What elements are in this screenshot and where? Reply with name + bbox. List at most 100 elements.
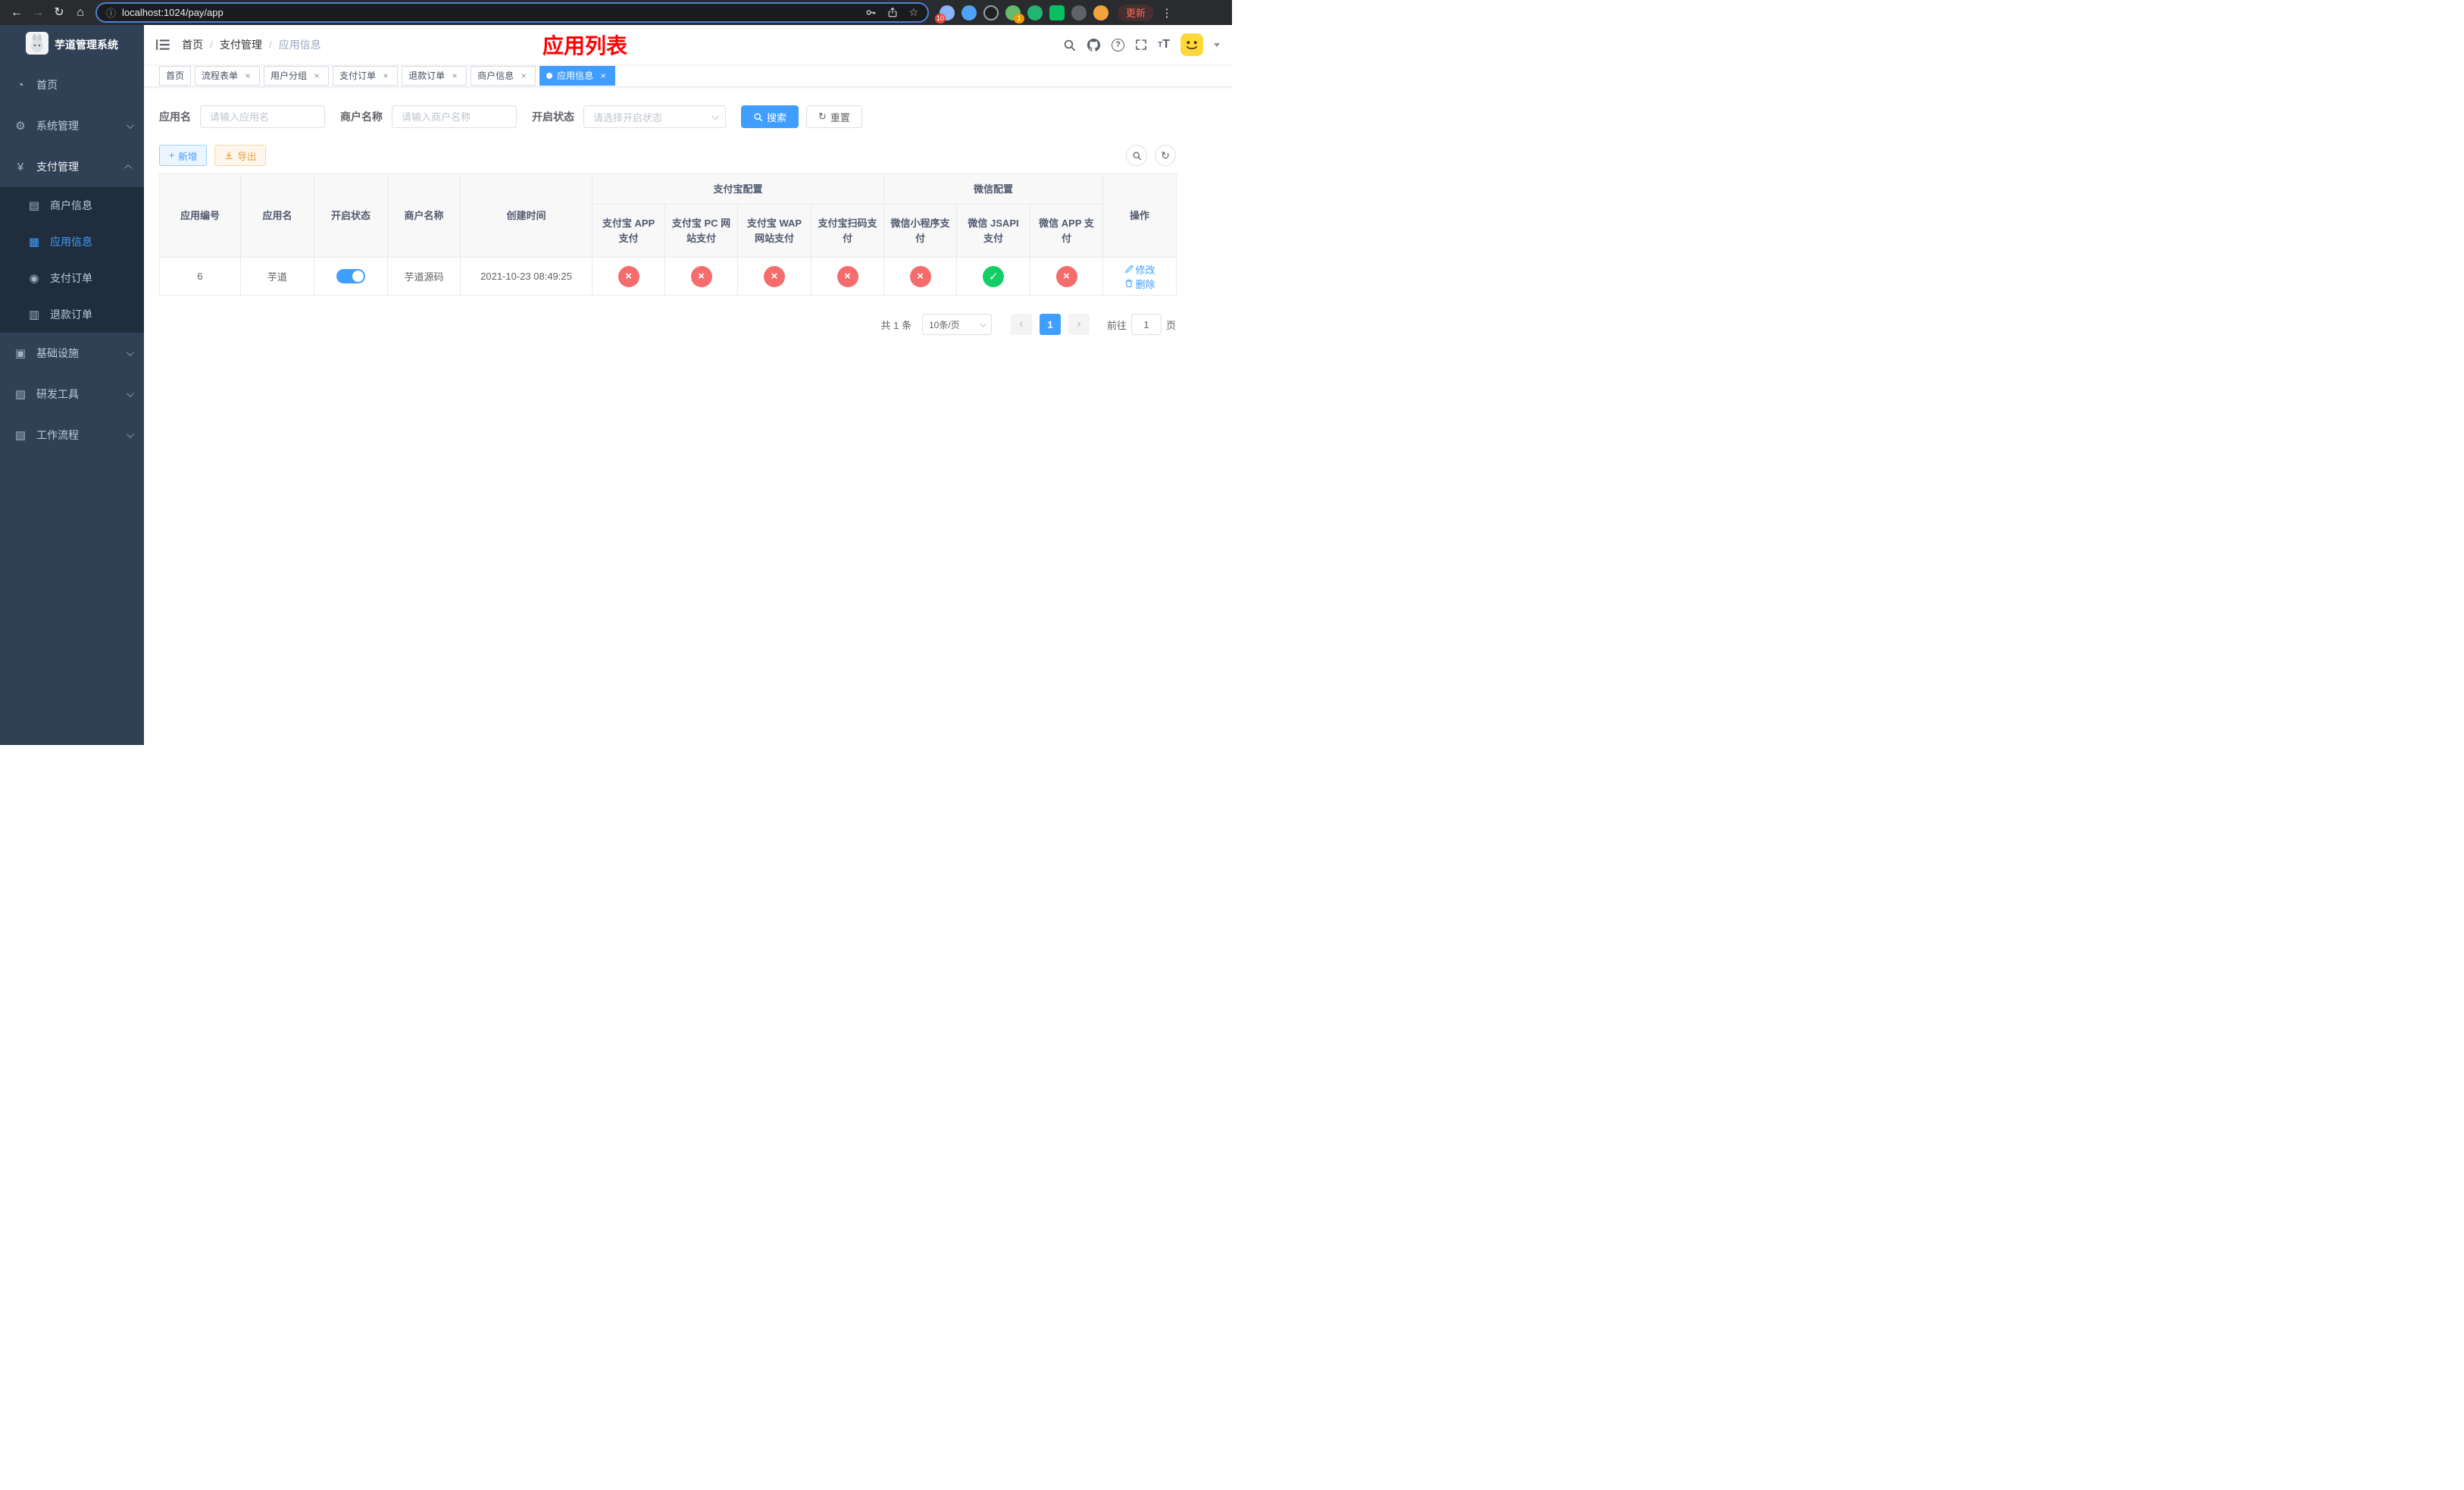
search-button-label: 搜索 bbox=[767, 111, 787, 124]
sidebar-item-home[interactable]: ◔ 首页 bbox=[0, 64, 144, 105]
extension-icon-7[interactable] bbox=[1071, 5, 1087, 20]
page-1-button[interactable]: 1 bbox=[1039, 314, 1061, 335]
edit-link-label: 修改 bbox=[1135, 264, 1155, 276]
refresh-icon: ↻ bbox=[1161, 149, 1170, 161]
app-name-label: 应用名 bbox=[159, 111, 191, 123]
status-select[interactable]: 请选择开启状态 bbox=[583, 105, 726, 128]
alipay-wap-status-icon: × bbox=[764, 265, 785, 287]
reset-button[interactable]: ↻ 重置 bbox=[806, 105, 862, 128]
yen-icon: ¥ bbox=[17, 160, 24, 174]
close-icon[interactable]: × bbox=[380, 70, 391, 81]
extension-icon-3[interactable] bbox=[983, 5, 999, 20]
col-header-app-id: 应用编号 bbox=[159, 174, 241, 258]
merchant-name-label: 商户名称 bbox=[340, 111, 383, 123]
extension-icon-6[interactable] bbox=[1049, 5, 1065, 20]
sidebar-item-app-info[interactable]: ▦ 应用信息 bbox=[0, 224, 144, 260]
export-button[interactable]: 导出 bbox=[214, 145, 267, 166]
col-group-wechat: 微信配置 bbox=[883, 174, 1104, 205]
close-icon[interactable]: × bbox=[242, 70, 253, 81]
tab-process-form[interactable]: 流程表单 × bbox=[195, 65, 261, 86]
tab-user-group[interactable]: 用户分组 × bbox=[264, 65, 330, 86]
browser-home-button[interactable]: ⌂ bbox=[70, 3, 91, 23]
search-button[interactable]: 搜索 bbox=[741, 105, 799, 128]
password-key-icon[interactable] bbox=[865, 7, 877, 18]
url-text[interactable]: localhost:1024/pay/app bbox=[122, 7, 865, 18]
site-info-icon[interactable]: ⓘ bbox=[106, 5, 116, 20]
browser-reload-button[interactable]: ↻ bbox=[48, 3, 70, 23]
app-title: 芋道管理系统 bbox=[55, 39, 118, 51]
tab-refund-order[interactable]: 退款订单 × bbox=[402, 65, 467, 86]
merchant-card-icon: ▤ bbox=[28, 199, 40, 212]
tab-merchant-info[interactable]: 商户信息 × bbox=[471, 65, 536, 86]
chevron-down-icon bbox=[711, 112, 719, 121]
cell-status bbox=[314, 257, 388, 296]
sidebar-item-label: 支付订单 bbox=[50, 272, 92, 284]
infrastructure-icon: ▣ bbox=[14, 347, 27, 360]
add-button[interactable]: + 新增 bbox=[159, 145, 208, 166]
avatar-caret-icon[interactable] bbox=[1214, 42, 1220, 47]
browser-forward-button[interactable]: → bbox=[27, 3, 48, 23]
breadcrumb-home[interactable]: 首页 bbox=[182, 37, 203, 52]
sidebar-item-label: 商户信息 bbox=[50, 199, 92, 211]
sidebar-item-workflow[interactable]: ▧ 工作流程 bbox=[0, 415, 144, 455]
app-name-input[interactable] bbox=[200, 105, 325, 128]
fullscreen-icon[interactable] bbox=[1135, 39, 1147, 51]
prev-page-button[interactable]: ‹ bbox=[1010, 314, 1032, 335]
col-header-status: 开启状态 bbox=[314, 174, 388, 258]
sidebar-item-merchant-info[interactable]: ▤ 商户信息 bbox=[0, 187, 144, 224]
sidebar-item-dev-tools[interactable]: ▨ 研发工具 bbox=[0, 374, 144, 415]
sidebar-item-label: 基础设施 bbox=[36, 347, 79, 359]
goto-page-input[interactable] bbox=[1130, 314, 1162, 335]
export-button-label: 导出 bbox=[237, 151, 257, 162]
sidebar-item-infrastructure[interactable]: ▣ 基础设施 bbox=[0, 333, 144, 374]
help-icon[interactable]: ? bbox=[1112, 38, 1125, 52]
sidebar-item-pay-order[interactable]: ◉ 支付订单 bbox=[0, 260, 144, 296]
page-title: 应用列表 bbox=[542, 34, 628, 58]
extension-icon-4[interactable]: 1 bbox=[1005, 5, 1024, 23]
merchant-name-input[interactable] bbox=[392, 105, 517, 128]
order-icon: ◉ bbox=[29, 272, 39, 285]
edit-link[interactable]: 修改 bbox=[1124, 262, 1155, 277]
font-size-icon[interactable]: TT bbox=[1158, 38, 1170, 52]
sidebar-item-refund-order[interactable]: ▥ 退款订单 bbox=[0, 296, 144, 333]
bookmark-star-icon[interactable]: ☆ bbox=[908, 6, 918, 19]
browser-menu-icon[interactable]: ⋮ bbox=[1159, 6, 1175, 20]
tab-home[interactable]: 首页 bbox=[159, 65, 192, 86]
tab-pay-order[interactable]: 支付订单 × bbox=[333, 65, 399, 86]
close-icon[interactable]: × bbox=[518, 70, 529, 81]
app-logo[interactable]: 芋道管理系统 bbox=[0, 25, 144, 64]
breadcrumb-separator: / bbox=[268, 39, 272, 51]
status-switch[interactable] bbox=[336, 269, 365, 283]
extension-icon-8[interactable] bbox=[1093, 5, 1108, 20]
extension-badge-1: 10 bbox=[935, 13, 946, 23]
github-icon[interactable] bbox=[1087, 38, 1101, 52]
browser-update-button[interactable]: 更新 bbox=[1118, 4, 1155, 21]
address-bar[interactable]: ⓘ localhost:1024/pay/app ☆ bbox=[95, 2, 929, 23]
close-icon[interactable]: × bbox=[311, 70, 322, 81]
extension-badge-2: 1 bbox=[1014, 13, 1024, 23]
sidebar-item-system[interactable]: ⚙ 系统管理 bbox=[0, 105, 144, 146]
avatar[interactable] bbox=[1180, 33, 1203, 56]
breadcrumb-payment[interactable]: 支付管理 bbox=[220, 37, 262, 52]
toggle-search-button[interactable] bbox=[1126, 145, 1147, 166]
share-icon[interactable] bbox=[887, 7, 898, 18]
delete-link-label: 删除 bbox=[1135, 278, 1155, 290]
search-icon[interactable] bbox=[1063, 39, 1076, 52]
refresh-button[interactable]: ↻ bbox=[1155, 145, 1176, 166]
app-grid-icon: ▦ bbox=[28, 236, 40, 249]
extension-icon-2[interactable] bbox=[962, 5, 977, 20]
browser-back-button[interactable]: ← bbox=[6, 3, 27, 23]
close-icon[interactable]: × bbox=[449, 70, 460, 81]
extension-icon-5[interactable] bbox=[1027, 5, 1043, 20]
sidebar-item-payment[interactable]: ¥ 支付管理 bbox=[0, 146, 144, 187]
page-size-select[interactable]: 10条/页 bbox=[921, 314, 992, 335]
next-page-button[interactable]: › bbox=[1068, 314, 1090, 335]
delete-link[interactable]: 删除 bbox=[1124, 277, 1155, 291]
close-icon[interactable]: × bbox=[598, 70, 608, 81]
tab-app-info[interactable]: 应用信息 × bbox=[539, 65, 616, 86]
gear-icon: ⚙ bbox=[15, 120, 26, 133]
sidebar-item-label: 首页 bbox=[36, 79, 58, 91]
table-row: 6 芋道 芋道源码 2021-10-23 08:49:25 × × × × × bbox=[159, 257, 1177, 296]
sidebar-fold-icon[interactable] bbox=[156, 39, 170, 51]
extension-icon-1[interactable]: 10 bbox=[935, 5, 955, 23]
